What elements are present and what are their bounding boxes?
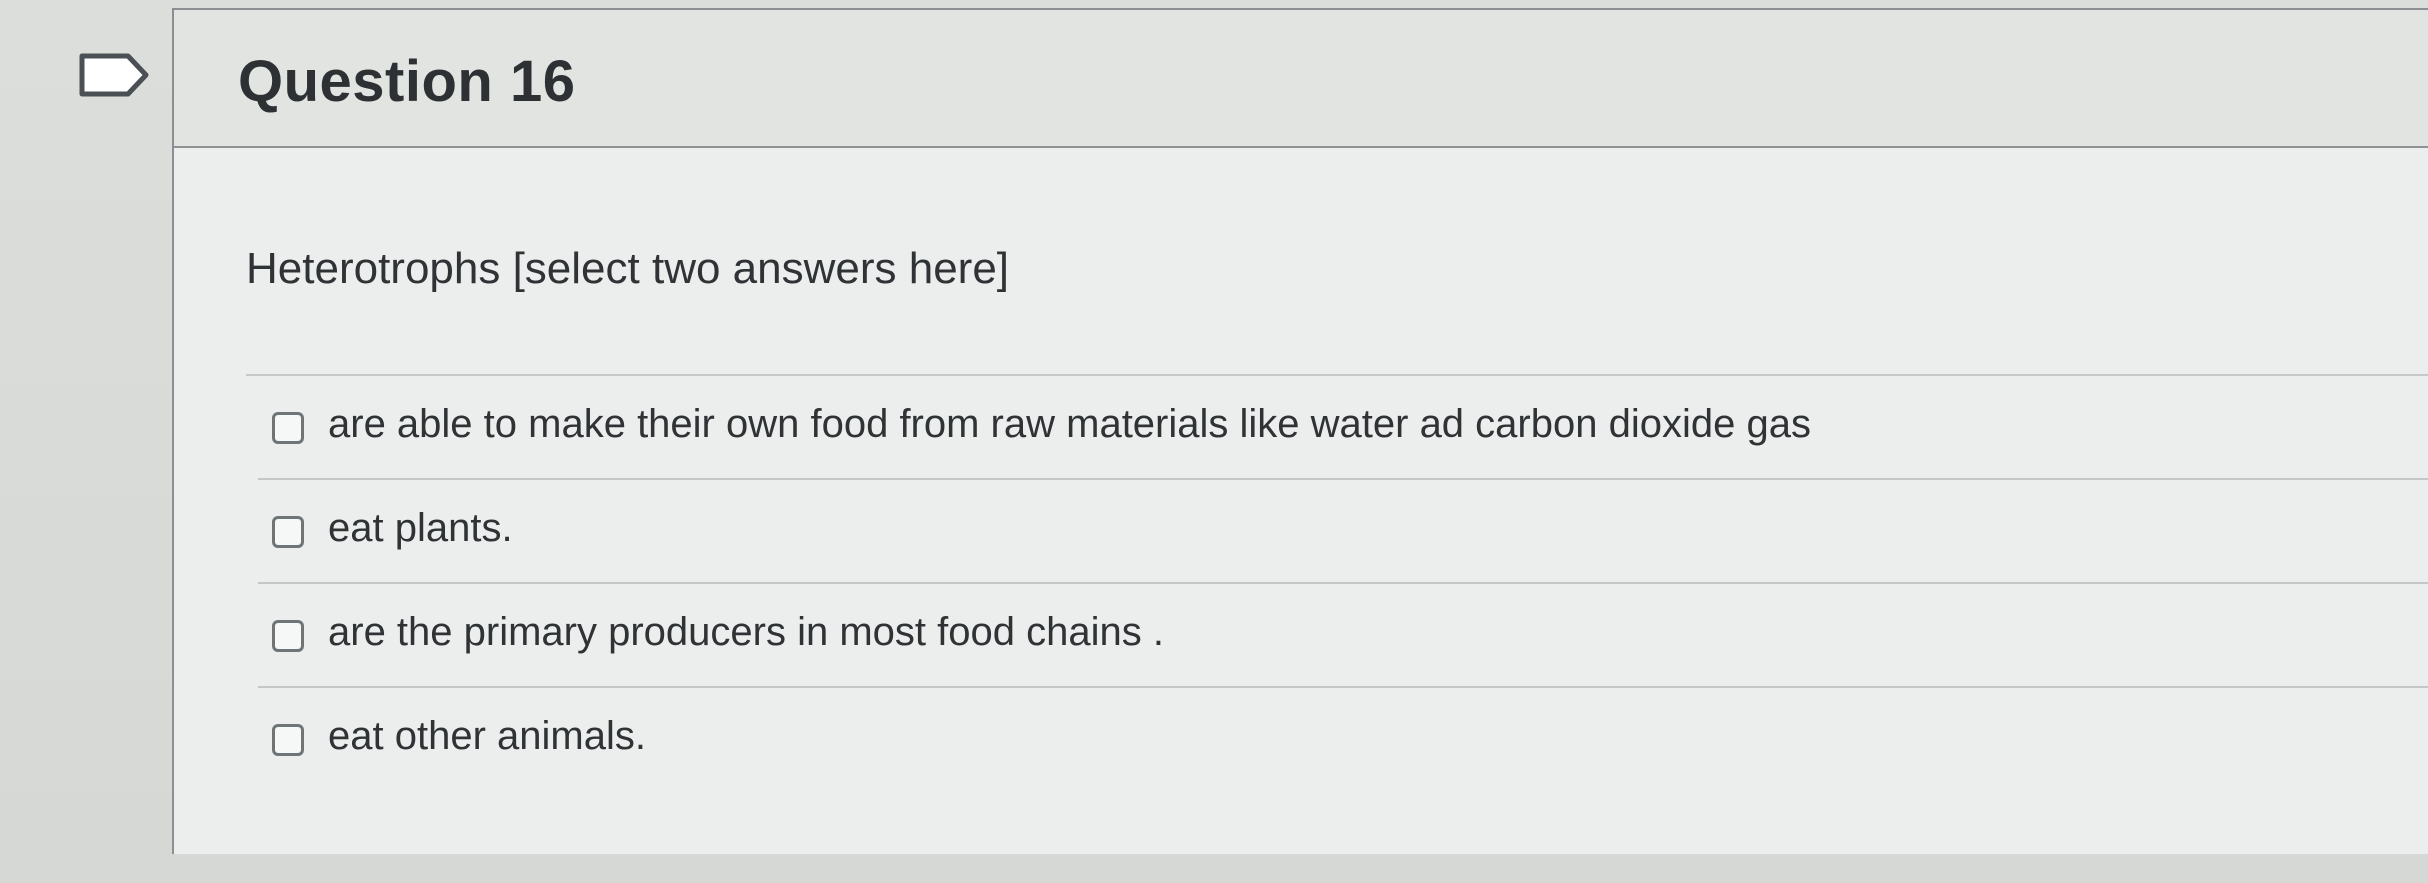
question-prompt: Heterotrophs [select two answers here] <box>246 244 1010 293</box>
quiz-page: Question 16 Heterotrophs [select two ans… <box>0 0 2428 883</box>
answer-checkbox[interactable] <box>272 412 304 444</box>
prompt-divider <box>246 374 2428 376</box>
answer-label[interactable]: eat plants. <box>328 506 513 551</box>
question-body: Heterotrophs [select two answers here] a… <box>174 148 2428 854</box>
answer-label[interactable]: are able to make their own food from raw… <box>328 402 1811 447</box>
answer-option[interactable]: are the primary producers in most food c… <box>258 592 2428 688</box>
answer-checkbox[interactable] <box>272 516 304 548</box>
answer-option[interactable]: eat other animals. <box>258 696 2428 792</box>
answer-checkbox[interactable] <box>272 724 304 756</box>
answer-option[interactable]: are able to make their own food from raw… <box>258 384 2428 480</box>
answer-checkbox[interactable] <box>272 620 304 652</box>
flag-icon[interactable] <box>78 52 150 98</box>
answer-option[interactable]: eat plants. <box>258 488 2428 584</box>
answer-label[interactable]: are the primary producers in most food c… <box>328 610 1164 655</box>
answer-label[interactable]: eat other animals. <box>328 714 646 759</box>
question-card: Question 16 Heterotrophs [select two ans… <box>172 8 2428 854</box>
question-header: Question 16 <box>174 10 2428 148</box>
question-title: Question 16 <box>238 49 576 114</box>
